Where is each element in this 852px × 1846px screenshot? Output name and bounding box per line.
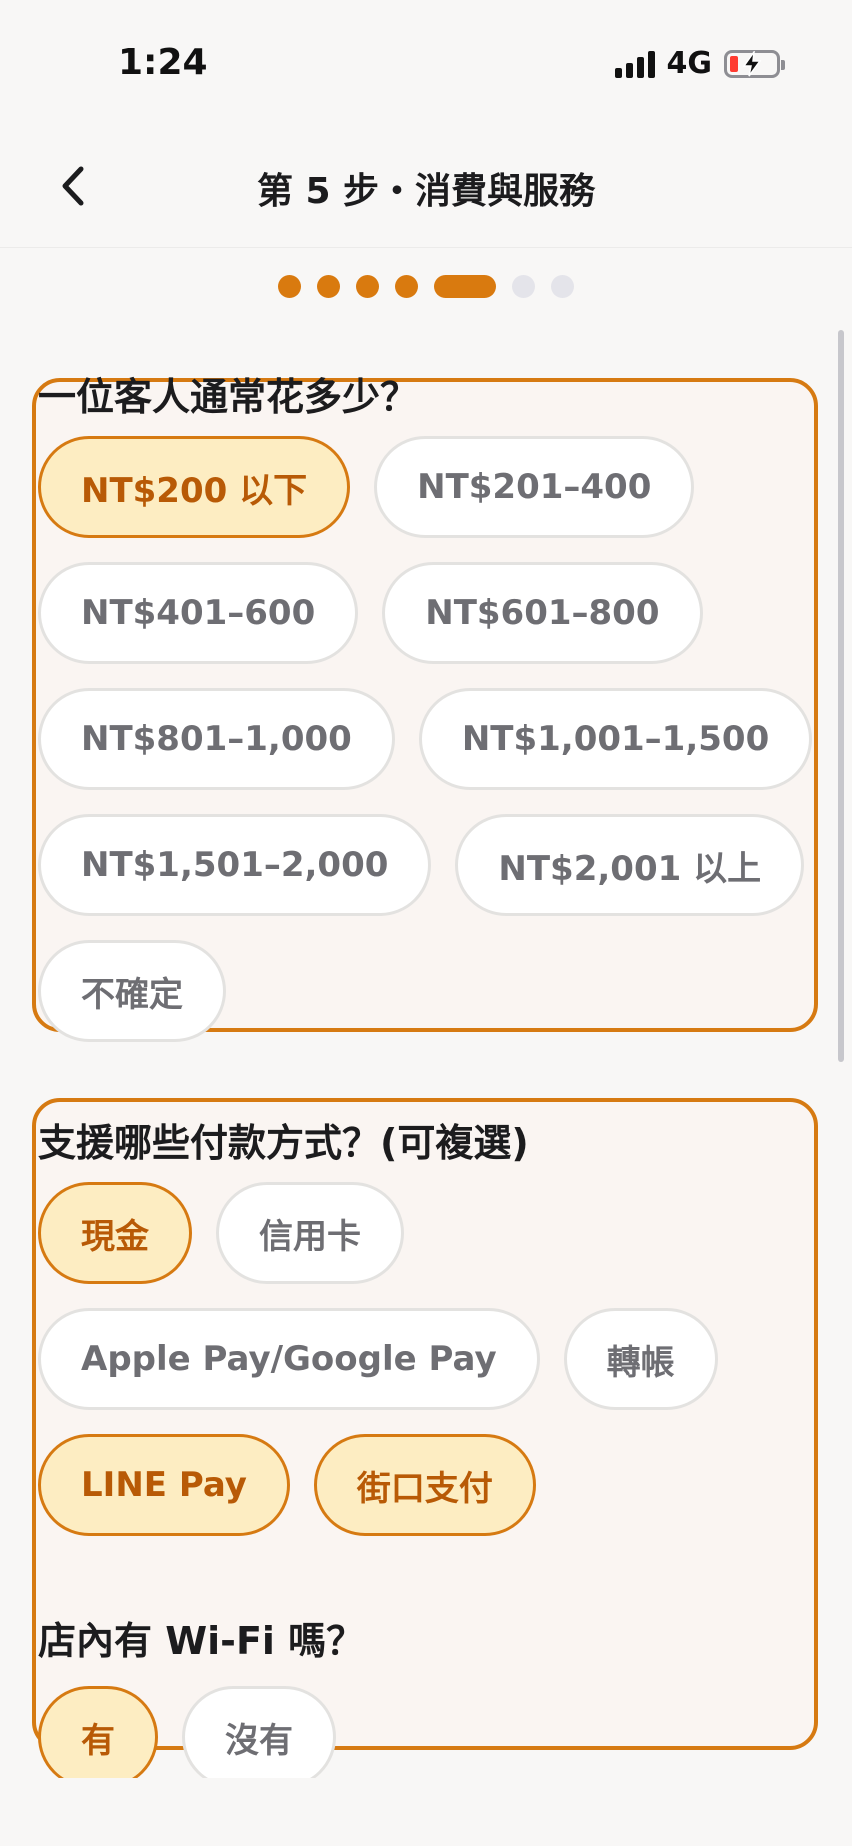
progress-dot-current [434,275,496,298]
signal-icon [614,50,655,78]
spending-option-chip[interactable]: NT$601–800 [382,562,703,664]
battery-icon [724,49,785,78]
spending-option-chip[interactable]: NT$1,501–2,000 [38,814,432,916]
payment-question: 支援哪些付款方式？(可複選) [38,1121,529,1165]
payments-option-chip[interactable]: Apple Pay/Google Pay [38,1308,540,1410]
progress-dot [356,275,379,298]
status-bar: 1:24 4G [0,0,852,130]
progress-dot [551,275,574,298]
progress-dot [317,275,340,298]
spending-option-chip[interactable]: NT$200 以下 [38,436,351,538]
spending-option-chip[interactable]: NT$1,001–1,500 [418,688,813,790]
spending-option-chip[interactable]: NT$201–400 [374,436,695,538]
status-icons: 4G [614,46,785,81]
payments-option-chip[interactable]: 信用卡 [216,1182,404,1284]
spending-option-chip[interactable]: NT$2,001 以上 [455,814,805,916]
progress-dot [512,275,535,298]
progress-dot [395,275,418,298]
screen: 1:24 4G 第 5 步・消費與服務 一位客人通常花多少？ NT$200 以下… [0,0,852,1846]
payments-option-chip[interactable]: 現金 [38,1182,192,1284]
network-label: 4G [666,46,713,81]
payments-option-chip[interactable]: 街口支付 [313,1434,536,1536]
page-title: 第 5 步・消費與服務 [256,171,596,212]
wifi-option-chip[interactable]: 沒有 [182,1686,336,1788]
spending-options: NT$200 以下 NT$201–400 NT$401–600 NT$601–800 N… [38,436,818,1042]
wifi-option-chip[interactable]: 有 [38,1686,158,1788]
status-time: 1:24 [118,42,208,83]
payments-option-chip[interactable]: 轉帳 [563,1308,718,1410]
wifi-options: 有沒有 [38,1686,818,1788]
payment-options: 現金 信用卡 Apple Pay/Google Pay 轉帳 LINE Pay 街口支付 [38,1182,818,1536]
scrollbar[interactable] [838,330,844,1062]
spending-question: 一位客人通常花多少？ [38,375,419,419]
spending-option-chip[interactable]: NT$401–600 [38,562,359,664]
spending-option-chip[interactable]: 不確定 [38,940,226,1042]
wifi-question: 店內有 Wi-Fi 嗎？ [38,1619,365,1663]
step-progress [278,275,574,298]
bottom-safe-area [0,1778,852,1846]
progress-dot [278,275,301,298]
nav-header: 第 5 步・消費與服務 [0,130,852,248]
spending-option-chip[interactable]: NT$801–1,000 [38,688,395,790]
payments-option-chip[interactable]: LINE Pay [38,1434,290,1536]
